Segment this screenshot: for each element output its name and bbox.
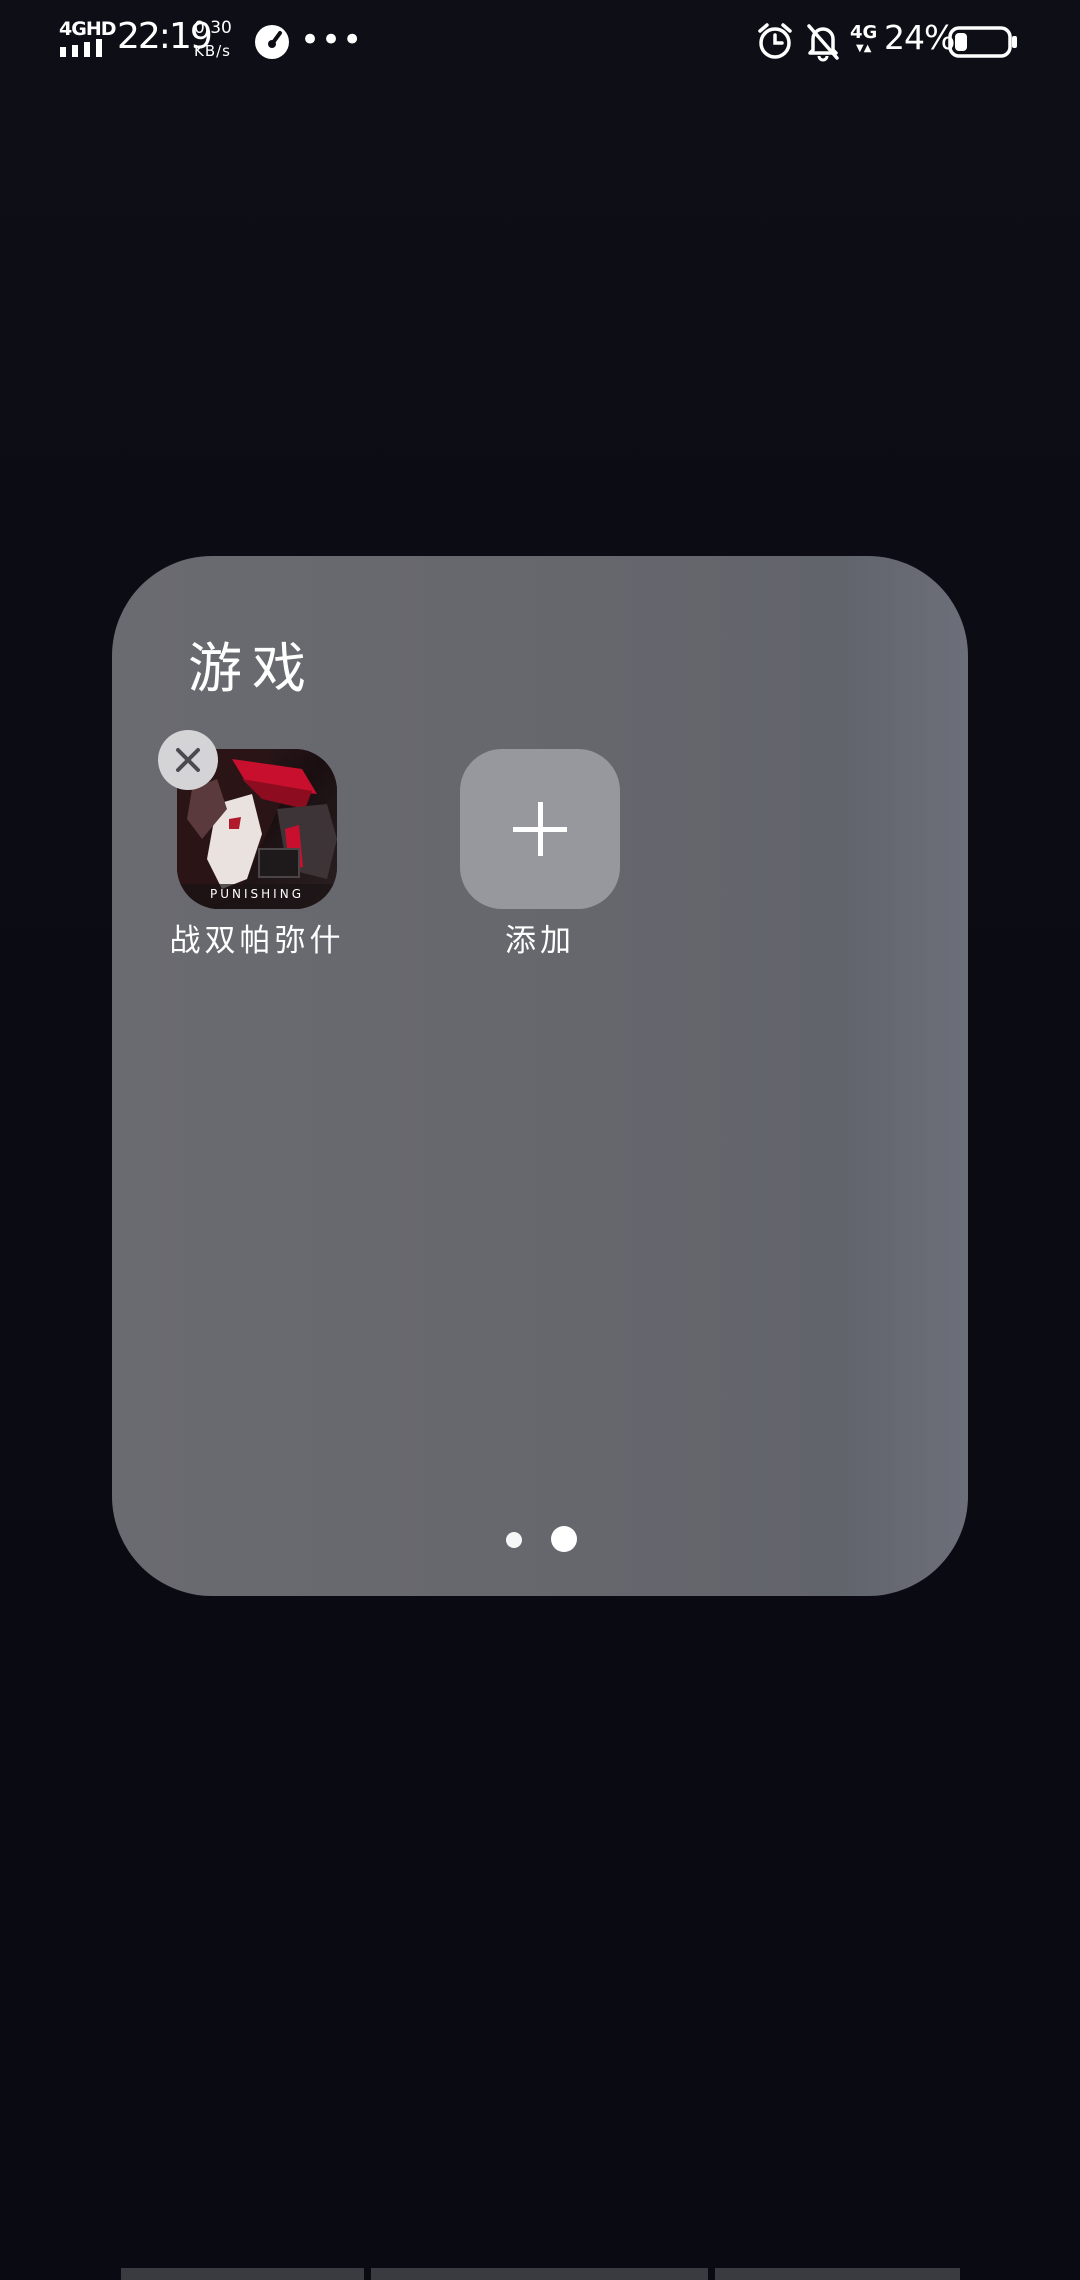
page-indicator [112, 1526, 968, 1556]
page-dot-1[interactable] [506, 1532, 522, 1548]
4g-data-icon: 4G [850, 22, 878, 43]
battery-icon [948, 26, 1017, 58]
home-screen: 4GHD 22:19 0.30 KB/s ••• 4G ▼▲ 24% 游戏 PU… [0, 0, 1080, 2280]
network-speed-value: 0.30 [194, 18, 232, 38]
close-icon [176, 748, 200, 772]
remove-app-button[interactable] [158, 730, 218, 790]
dock-edge [715, 2268, 960, 2280]
network-speed-unit: KB/s [194, 42, 231, 60]
speedometer-icon [255, 25, 289, 59]
status-bar: 4GHD 22:19 0.30 KB/s ••• 4G ▼▲ 24% [0, 0, 1080, 84]
app-icon-wordmark: PUNISHING [210, 887, 304, 901]
dock-edge [371, 2268, 708, 2280]
bell-off-icon [807, 24, 839, 62]
battery-percent: 24% [884, 18, 955, 57]
folder-title[interactable]: 游戏 [188, 624, 316, 703]
more-icon: ••• [300, 20, 364, 60]
add-app-label[interactable]: 添加 [450, 915, 630, 960]
add-app-button[interactable] [460, 749, 620, 909]
app-label-punishing[interactable]: 战双帕弥什 [147, 915, 367, 960]
page-dot-2-active[interactable] [551, 1526, 577, 1552]
alarm-clock-icon [758, 23, 792, 59]
network-type-label: 4GHD [59, 18, 116, 40]
data-activity-icon: ▼▲ [856, 43, 872, 54]
dock-edge [121, 2268, 364, 2280]
app-folder: 游戏 PUNISHING 战双帕弥什 添加 [112, 556, 968, 1596]
signal-bars-icon [60, 39, 102, 57]
